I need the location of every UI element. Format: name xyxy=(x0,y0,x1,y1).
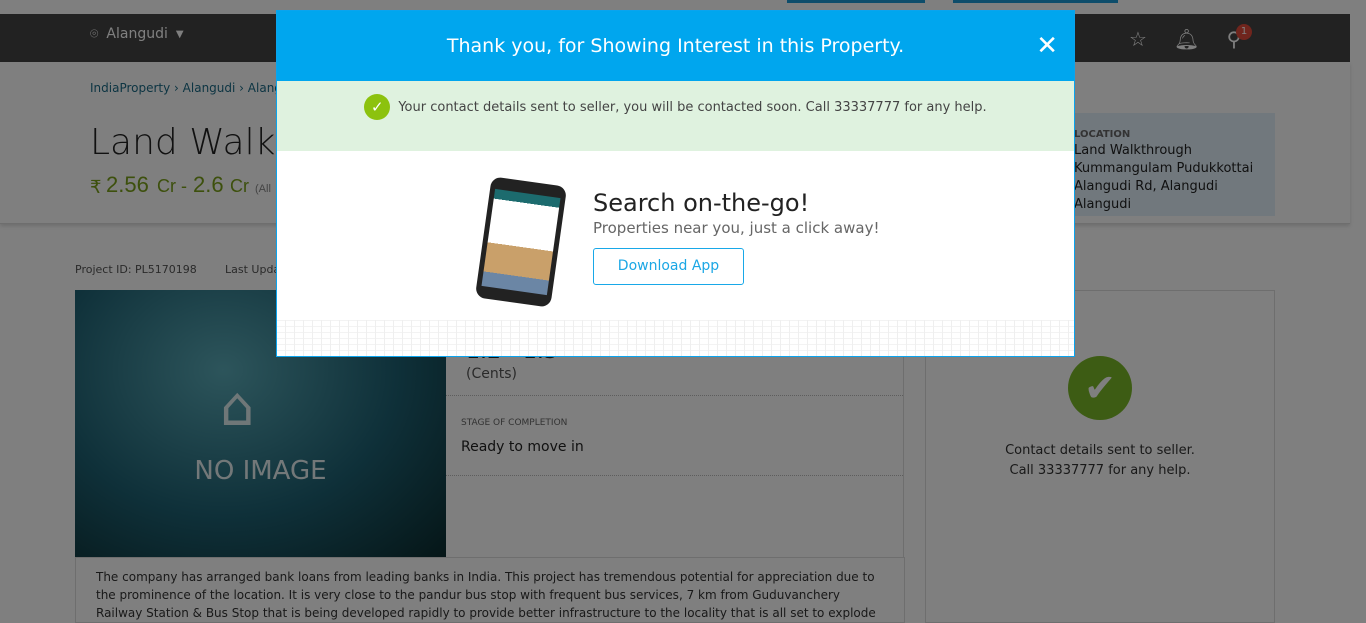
success-message: ✓ Your contact details sent to seller, yo… xyxy=(277,81,1074,151)
city-skyline-decoration xyxy=(277,320,1074,356)
promo-subtitle: Properties near you, just a click away! xyxy=(593,219,880,237)
modal-title: Thank you, for Showing Interest in this … xyxy=(446,35,905,57)
promo-title: Search on-the-go! xyxy=(593,189,810,217)
check-circle-icon: ✓ xyxy=(364,94,391,120)
close-icon[interactable]: ✕ xyxy=(1036,11,1058,81)
download-app-button[interactable]: Download App xyxy=(593,248,744,285)
interest-modal: Thank you, for Showing Interest in this … xyxy=(276,10,1075,357)
phone-illustration xyxy=(474,176,568,308)
